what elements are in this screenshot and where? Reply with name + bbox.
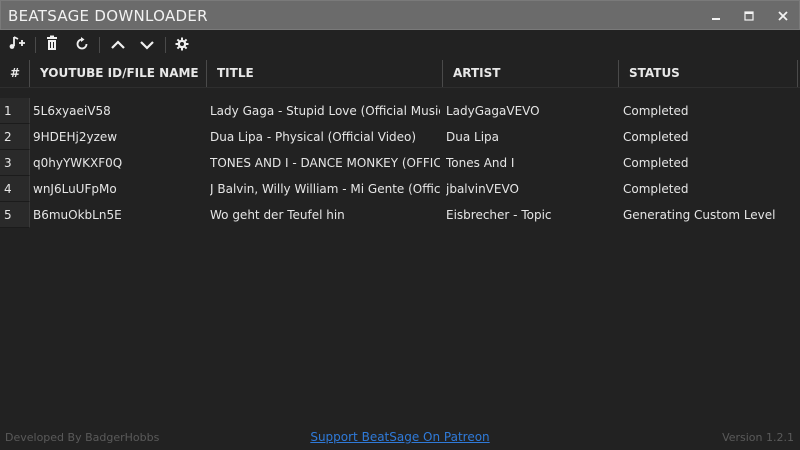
add-song-button[interactable]	[7, 36, 27, 54]
title-cell: Wo geht der Teufel hin	[210, 208, 345, 222]
title-cell: Dua Lipa - Physical (Official Video)	[210, 130, 417, 144]
artist-cell: Tones And I	[446, 156, 515, 170]
table-row[interactable]: 1 5L6xyaeiV58 Lady Gaga - Stupid Love (O…	[0, 98, 800, 124]
title-cell: TONES AND I - DANCE MONKEY (OFFICIAL VID…	[210, 156, 440, 170]
youtube-id-cell: 9HDEHj2yzew	[33, 130, 118, 144]
table-row[interactable]: 3 q0hyYWKXF0Q TONES AND I - DANCE MONKEY…	[0, 150, 800, 176]
table-header: # YOUTUBE ID/FILE NAME TITLE ARTIST STAT…	[0, 60, 800, 88]
artist-cell: Dua Lipa	[446, 130, 500, 144]
table-row[interactable]: 2 9HDEHj2yzew Dua Lipa - Physical (Offic…	[0, 124, 800, 150]
move-down-button[interactable]	[137, 36, 157, 54]
row-number: 5	[0, 202, 30, 228]
status-cell: Completed	[623, 156, 689, 170]
youtube-id-cell: wnJ6LuUFpMo	[33, 182, 117, 196]
title-cell: J Balvin, Willy William - Mi Gente (Offi…	[210, 182, 440, 196]
artist-cell: Eisbrecher - Topic	[446, 208, 552, 222]
youtube-id-cell: B6muOkbLn5E	[33, 208, 122, 222]
close-icon	[777, 7, 789, 26]
close-button[interactable]	[768, 1, 798, 31]
move-down-icon	[139, 36, 155, 55]
youtube-id-cell: q0hyYWKXF0Q	[33, 156, 123, 170]
minimize-icon	[710, 7, 722, 26]
toolbar	[0, 30, 800, 60]
column-header-artist[interactable]: ARTIST	[443, 60, 619, 87]
maximize-icon	[743, 7, 755, 26]
settings-icon	[175, 36, 189, 55]
delete-button[interactable]	[42, 35, 62, 55]
move-up-button[interactable]	[108, 36, 128, 54]
title-bar: BEATSAGE DOWNLOADER	[0, 0, 800, 30]
column-header-number[interactable]: #	[0, 60, 30, 87]
column-header-youtube-id[interactable]: YOUTUBE ID/FILE NAME	[30, 60, 207, 87]
settings-button[interactable]	[172, 36, 192, 54]
status-cell: Completed	[623, 182, 689, 196]
toolbar-separator	[165, 37, 166, 53]
version-label: Version 1.2.1	[722, 431, 794, 444]
row-number: 1	[0, 98, 30, 124]
status-cell: Completed	[623, 104, 689, 118]
toolbar-separator	[99, 37, 100, 53]
row-number: 4	[0, 176, 30, 202]
minimize-button[interactable]	[701, 1, 731, 31]
artist-cell: LadyGagaVEVO	[446, 104, 540, 118]
retry-icon	[75, 36, 89, 55]
row-number: 3	[0, 150, 30, 176]
youtube-id-cell: 5L6xyaeiV58	[33, 104, 111, 118]
window-title: BEATSAGE DOWNLOADER	[8, 7, 208, 25]
toolbar-separator	[35, 37, 36, 53]
patreon-link[interactable]: Support BeatSage On Patreon	[0, 430, 800, 444]
row-number: 2	[0, 124, 30, 150]
retry-button[interactable]	[72, 36, 92, 54]
table-row[interactable]: 4 wnJ6LuUFpMo J Balvin, Willy William - …	[0, 176, 800, 202]
column-header-status[interactable]: STATUS	[619, 60, 798, 87]
add-song-icon	[8, 35, 26, 55]
download-queue-table: # YOUTUBE ID/FILE NAME TITLE ARTIST STAT…	[0, 60, 800, 425]
delete-icon	[45, 35, 59, 55]
maximize-button[interactable]	[734, 1, 764, 31]
move-up-icon	[110, 36, 126, 55]
table-row[interactable]: 5 B6muOkbLn5E Wo geht der Teufel hin Eis…	[0, 202, 800, 228]
column-header-title[interactable]: TITLE	[207, 60, 443, 87]
title-cell: Lady Gaga - Stupid Love (Official Music …	[210, 104, 440, 118]
status-cell: Completed	[623, 130, 689, 144]
artist-cell: jbalvinVEVO	[446, 182, 519, 196]
status-cell: Generating Custom Level	[623, 208, 776, 222]
